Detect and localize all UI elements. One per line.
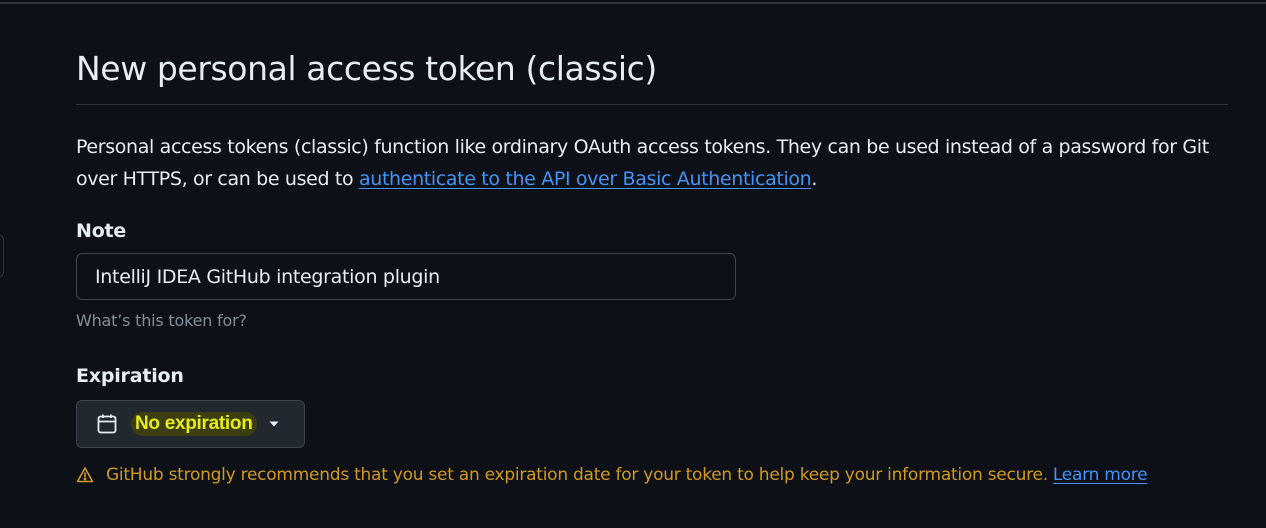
warning-text: GitHub strongly recommends that you set … <box>106 465 1048 485</box>
expiration-select-button[interactable]: No expiration <box>76 400 305 448</box>
calendar-icon <box>95 412 119 436</box>
basic-auth-link[interactable]: authenticate to the API over Basic Authe… <box>359 168 812 190</box>
expiration-warning: GitHub strongly recommends that you set … <box>76 462 1228 488</box>
note-input[interactable] <box>76 253 736 300</box>
side-panel-edge <box>0 234 4 278</box>
alert-icon <box>76 466 94 484</box>
top-divider <box>0 2 1266 4</box>
expiration-selected-value: No expiration <box>131 412 257 436</box>
expiration-label: Expiration <box>76 365 184 387</box>
token-form: New personal access token (classic) Pers… <box>76 40 1228 488</box>
note-hint: What’s this token for? <box>76 311 247 330</box>
description-period: . <box>811 168 818 190</box>
page-title: New personal access token (classic) <box>76 40 1228 105</box>
page-description: Personal access tokens (classic) functio… <box>76 131 1228 195</box>
triangle-down-icon <box>267 417 281 431</box>
note-label: Note <box>76 220 127 242</box>
learn-more-link[interactable]: Learn more <box>1053 462 1148 488</box>
